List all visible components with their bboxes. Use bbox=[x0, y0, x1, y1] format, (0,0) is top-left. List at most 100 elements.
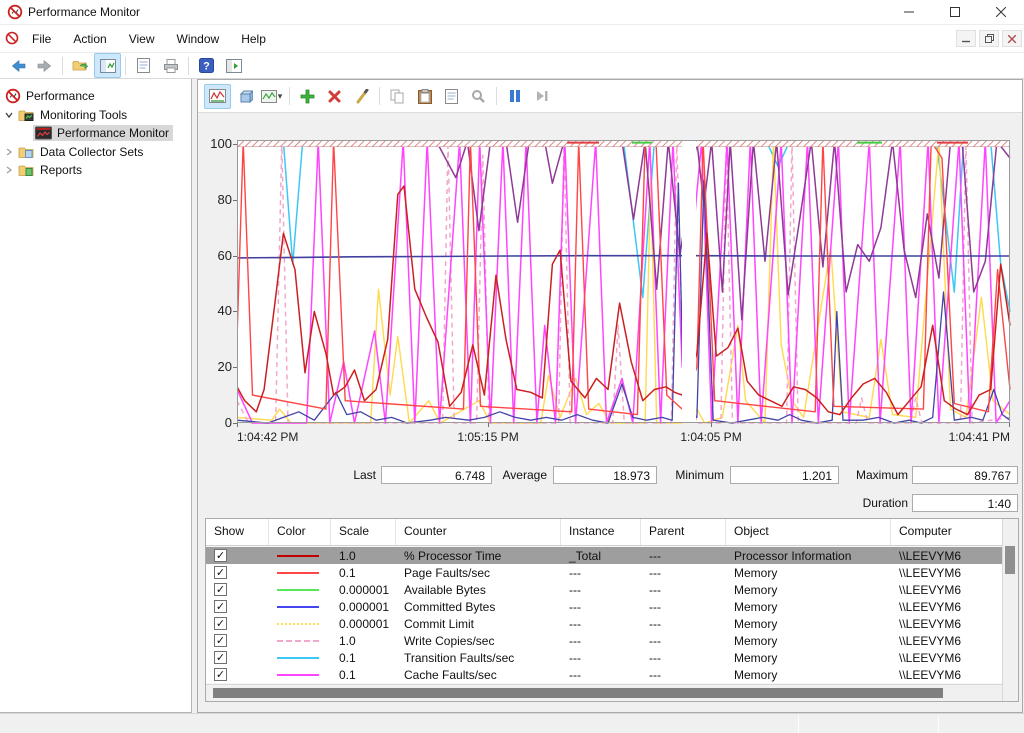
x-axis-tick bbox=[488, 423, 489, 427]
menu-file[interactable]: File bbox=[21, 28, 62, 50]
window-title: Performance Monitor bbox=[28, 5, 140, 19]
column-header-computer[interactable]: Computer bbox=[891, 519, 1003, 545]
highlight-button[interactable] bbox=[348, 84, 375, 109]
legend-vertical-scrollbar[interactable] bbox=[1002, 519, 1018, 701]
show-checkbox[interactable]: ✓ bbox=[214, 617, 227, 630]
change-graph-type-button[interactable]: ▾ bbox=[258, 84, 285, 109]
view-log-data-button[interactable] bbox=[231, 84, 258, 109]
chevron-right-icon[interactable] bbox=[2, 145, 16, 159]
maximum-value: 89.767 bbox=[912, 466, 1018, 484]
last-value: 6.748 bbox=[381, 466, 492, 484]
menu-window[interactable]: Window bbox=[166, 28, 231, 50]
cell-object: Memory bbox=[726, 564, 891, 581]
show-checkbox[interactable]: ✓ bbox=[214, 566, 227, 579]
counter-row-available-bytes[interactable]: ✓0.000001Available Bytes------Memory\\LE… bbox=[206, 581, 1003, 598]
folder-reports-icon bbox=[18, 163, 35, 177]
print-button[interactable] bbox=[157, 53, 184, 78]
counter-row-page-faults-sec[interactable]: ✓0.1Page Faults/sec------Memory\\LEEVYM6 bbox=[206, 564, 1003, 581]
mdi-close-icon[interactable] bbox=[1002, 30, 1022, 47]
folder-monitor-icon bbox=[18, 108, 35, 122]
time-axis-label: 1:05:15 PM bbox=[448, 430, 528, 444]
paste-counter-list-button[interactable] bbox=[411, 84, 438, 109]
color-swatch bbox=[277, 640, 319, 642]
horizontal-scroll-thumb[interactable] bbox=[213, 688, 943, 698]
properties-button[interactable] bbox=[438, 84, 465, 109]
vertical-scroll-thumb[interactable] bbox=[1005, 546, 1015, 574]
cell-scale: 0.1 bbox=[331, 564, 396, 581]
column-header-parent[interactable]: Parent bbox=[641, 519, 726, 545]
menu-view[interactable]: View bbox=[118, 28, 166, 50]
counter-row-committed-bytes[interactable]: ✓0.000001Committed Bytes------Memory\\LE… bbox=[206, 598, 1003, 615]
sidebar-item-performance-monitor[interactable]: Performance Monitor bbox=[1, 123, 191, 142]
toolbar-separator bbox=[379, 87, 380, 105]
chevron-down-icon[interactable] bbox=[2, 108, 16, 122]
show-console-tree-icon bbox=[100, 59, 116, 73]
y-axis-label: 60 bbox=[198, 248, 232, 263]
show-checkbox[interactable]: ✓ bbox=[214, 651, 227, 664]
properties-button[interactable] bbox=[130, 53, 157, 78]
show-checkbox[interactable]: ✓ bbox=[214, 634, 227, 647]
cell-object: Memory bbox=[726, 598, 891, 615]
minimize-icon[interactable] bbox=[886, 0, 932, 24]
column-header-color[interactable]: Color bbox=[269, 519, 331, 545]
add-counters-button[interactable] bbox=[294, 84, 321, 109]
cell-computer: \\LEEVYM6 bbox=[891, 581, 1003, 598]
column-header-object[interactable]: Object bbox=[726, 519, 891, 545]
back-button[interactable] bbox=[4, 53, 31, 78]
delete-counters-button[interactable] bbox=[321, 84, 348, 109]
column-header-show[interactable]: Show bbox=[206, 519, 269, 545]
mdi-restore-icon[interactable] bbox=[979, 30, 999, 47]
column-header-scale[interactable]: Scale bbox=[331, 519, 396, 545]
chevron-right-icon[interactable] bbox=[2, 163, 16, 177]
toolbar-separator bbox=[289, 87, 290, 105]
export-list-button[interactable] bbox=[67, 53, 94, 78]
legend-horizontal-scrollbar[interactable] bbox=[206, 684, 1003, 701]
cell-parent: --- bbox=[641, 581, 726, 598]
new-window-button[interactable] bbox=[220, 53, 247, 78]
show-console-tree-button[interactable] bbox=[94, 53, 121, 78]
counter-row-transition-faults-sec[interactable]: ✓0.1Transition Faults/sec------Memory\\L… bbox=[206, 649, 1003, 666]
sidebar-item-monitoring-tools[interactable]: Monitoring Tools bbox=[1, 105, 191, 124]
cell-counter: Write Copies/sec bbox=[396, 632, 561, 649]
counter-row-commit-limit[interactable]: ✓0.000001Commit Limit------Memory\\LEEVY… bbox=[206, 615, 1003, 632]
tree-item-label: Performance Monitor bbox=[55, 125, 173, 141]
sidebar-item-data-collector-sets[interactable]: Data Collector Sets bbox=[1, 142, 191, 161]
forward-icon bbox=[37, 58, 53, 74]
column-header-counter[interactable]: Counter bbox=[396, 519, 561, 545]
forward-button[interactable] bbox=[31, 53, 58, 78]
update-data-button[interactable] bbox=[528, 84, 555, 109]
y-axis-label: 40 bbox=[198, 303, 232, 318]
freeze-display-button[interactable] bbox=[501, 84, 528, 109]
sidebar-item-reports[interactable]: Reports bbox=[1, 160, 191, 179]
svg-text:?: ? bbox=[203, 61, 210, 73]
column-header-instance[interactable]: Instance bbox=[561, 519, 641, 545]
show-checkbox[interactable]: ✓ bbox=[214, 583, 227, 596]
sidebar-item-performance[interactable]: Performance bbox=[1, 86, 191, 105]
average-label: Average bbox=[486, 466, 547, 484]
dropdown-caret-icon[interactable]: ▾ bbox=[278, 91, 283, 102]
menu-help[interactable]: Help bbox=[230, 28, 277, 50]
counter-row-cache-faults-sec[interactable]: ✓0.1Cache Faults/sec------Memory\\LEEVYM… bbox=[206, 666, 1003, 683]
cell-instance: --- bbox=[561, 666, 641, 683]
cell-scale: 0.1 bbox=[331, 649, 396, 666]
zoom-button[interactable] bbox=[465, 84, 492, 109]
cell-scale: 1.0 bbox=[331, 632, 396, 649]
copy-properties-button[interactable] bbox=[384, 84, 411, 109]
toolbar-separator bbox=[125, 57, 126, 75]
cell-instance: --- bbox=[561, 581, 641, 598]
cell-object: Memory bbox=[726, 615, 891, 632]
print-icon bbox=[163, 59, 179, 73]
close-icon[interactable] bbox=[978, 0, 1024, 24]
menu-action[interactable]: Action bbox=[62, 28, 117, 50]
counter-row--processor-time[interactable]: ✓1.0% Processor Time_Total---Processor I… bbox=[206, 547, 1003, 564]
show-checkbox[interactable]: ✓ bbox=[214, 549, 227, 562]
new-window-icon bbox=[226, 59, 242, 73]
maximize-icon[interactable] bbox=[932, 0, 978, 24]
mdi-minimize-icon[interactable] bbox=[956, 30, 976, 47]
view-current-activity-button[interactable] bbox=[204, 84, 231, 109]
show-checkbox[interactable]: ✓ bbox=[214, 600, 227, 613]
help-button[interactable]: ? bbox=[193, 53, 220, 78]
show-checkbox[interactable]: ✓ bbox=[214, 668, 227, 681]
counter-row-write-copies-sec[interactable]: ✓1.0Write Copies/sec------Memory\\LEEVYM… bbox=[206, 632, 1003, 649]
color-swatch bbox=[277, 555, 319, 557]
